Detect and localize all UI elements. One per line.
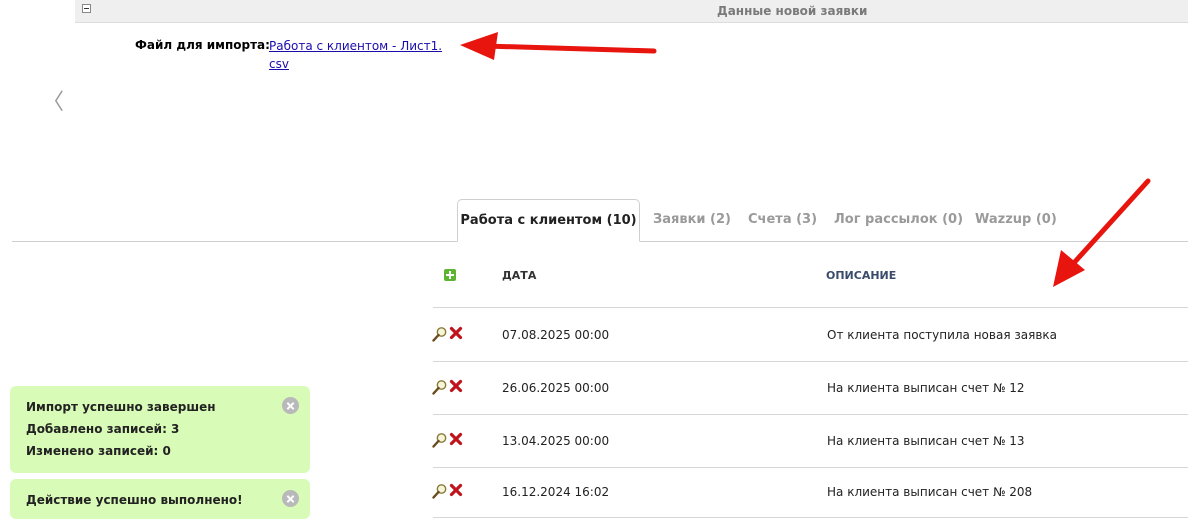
table-cell-description: На клиента выписан счет № 13 xyxy=(827,434,1025,448)
table-cell-description: На клиента выписан счет № 208 xyxy=(827,485,1033,499)
section-header: Данные новой заявки xyxy=(75,0,1188,23)
notification-line: Действие успешно выполнено! xyxy=(26,493,243,507)
header-divider xyxy=(433,307,1188,308)
tab-requests[interactable]: Заявки (2) xyxy=(653,212,731,227)
table-cell-description: От клиента поступила новая заявка xyxy=(827,328,1057,342)
chevron-left-icon[interactable]: 〈 xyxy=(42,84,64,116)
section-title: Данные новой заявки xyxy=(717,4,868,18)
collapse-icon[interactable] xyxy=(82,4,91,13)
table-row-actions xyxy=(432,379,466,395)
table-cell-date: 07.08.2025 00:00 xyxy=(502,328,610,342)
delete-x-icon[interactable] xyxy=(449,432,463,446)
table-cell-description: На клиента выписан счет № 12 xyxy=(827,381,1025,395)
table-row-actions xyxy=(432,483,466,499)
column-header-description[interactable]: ОПИСАНИЕ xyxy=(826,269,896,282)
table-cell-date: 26.06.2025 00:00 xyxy=(502,381,610,395)
row-divider xyxy=(433,414,1188,415)
table-row-actions xyxy=(432,432,466,448)
table-cell-date: 16.12.2024 16:02 xyxy=(502,485,610,499)
tab-invoices[interactable]: Счета (3) xyxy=(748,212,817,227)
table-cell-date: 13.04.2025 00:00 xyxy=(502,434,610,448)
import-success-notification: Импорт успешно завершен Добавлено записе… xyxy=(10,386,310,473)
add-record-icon[interactable] xyxy=(444,269,456,281)
tab-client-work[interactable]: Работа с клиентом (10) xyxy=(457,199,640,242)
tab-mailing-log[interactable]: Лог рассылок (0) xyxy=(834,212,963,227)
delete-x-icon[interactable] xyxy=(449,326,463,340)
notification-line: Добавлено записей: 3 xyxy=(26,422,180,436)
delete-x-icon[interactable] xyxy=(449,379,463,393)
view-magnifier-icon[interactable] xyxy=(432,379,448,395)
table-row-actions xyxy=(432,326,466,342)
close-icon[interactable] xyxy=(282,490,299,507)
view-magnifier-icon[interactable] xyxy=(432,432,448,448)
notification-line: Изменено записей: 0 xyxy=(26,444,171,458)
file-import-link[interactable]: Работа с клиентом - Лист1.csv xyxy=(269,37,445,73)
action-success-notification: Действие успешно выполнено! xyxy=(10,479,310,519)
view-magnifier-icon[interactable] xyxy=(432,326,448,342)
notification-line: Импорт успешно завершен xyxy=(26,400,216,414)
view-magnifier-icon[interactable] xyxy=(432,483,448,499)
column-header-date[interactable]: ДАТА xyxy=(502,269,536,282)
row-divider xyxy=(433,361,1188,362)
row-divider xyxy=(433,517,1188,518)
file-import-label: Файл для импорта: xyxy=(135,38,270,52)
arrow-to-description-column xyxy=(1053,178,1151,287)
tab-wazzup[interactable]: Wazzup (0) xyxy=(975,212,1057,227)
arrow-to-file-link xyxy=(460,32,657,60)
row-divider xyxy=(433,467,1188,468)
close-icon[interactable] xyxy=(282,397,299,414)
delete-x-icon[interactable] xyxy=(449,483,463,497)
